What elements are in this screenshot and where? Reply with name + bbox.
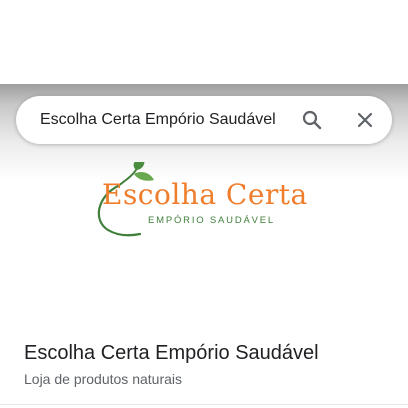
divider (0, 404, 408, 405)
place-panel: Escolha Certa Empório Saudável Escolha C… (0, 0, 408, 408)
top-blank-area (0, 0, 408, 84)
search-icon[interactable] (300, 108, 324, 132)
logo-title: Escolha Certa (102, 178, 308, 211)
logo-subtitle: EMPÓRIO SAUDÁVEL (148, 215, 275, 226)
place-title: Escolha Certa Empório Saudável (24, 342, 319, 364)
close-icon[interactable] (353, 108, 377, 132)
search-input[interactable]: Escolha Certa Empório Saudável (40, 96, 276, 144)
place-category: Loja de produtos naturais (24, 371, 182, 387)
leaf-icon (133, 162, 145, 170)
business-logo-area: Escolha Certa EMPÓRIO SAUDÁVEL (0, 162, 408, 330)
business-logo: Escolha Certa EMPÓRIO SAUDÁVEL (88, 162, 324, 252)
search-bar[interactable]: Escolha Certa Empório Saudável (16, 96, 392, 144)
